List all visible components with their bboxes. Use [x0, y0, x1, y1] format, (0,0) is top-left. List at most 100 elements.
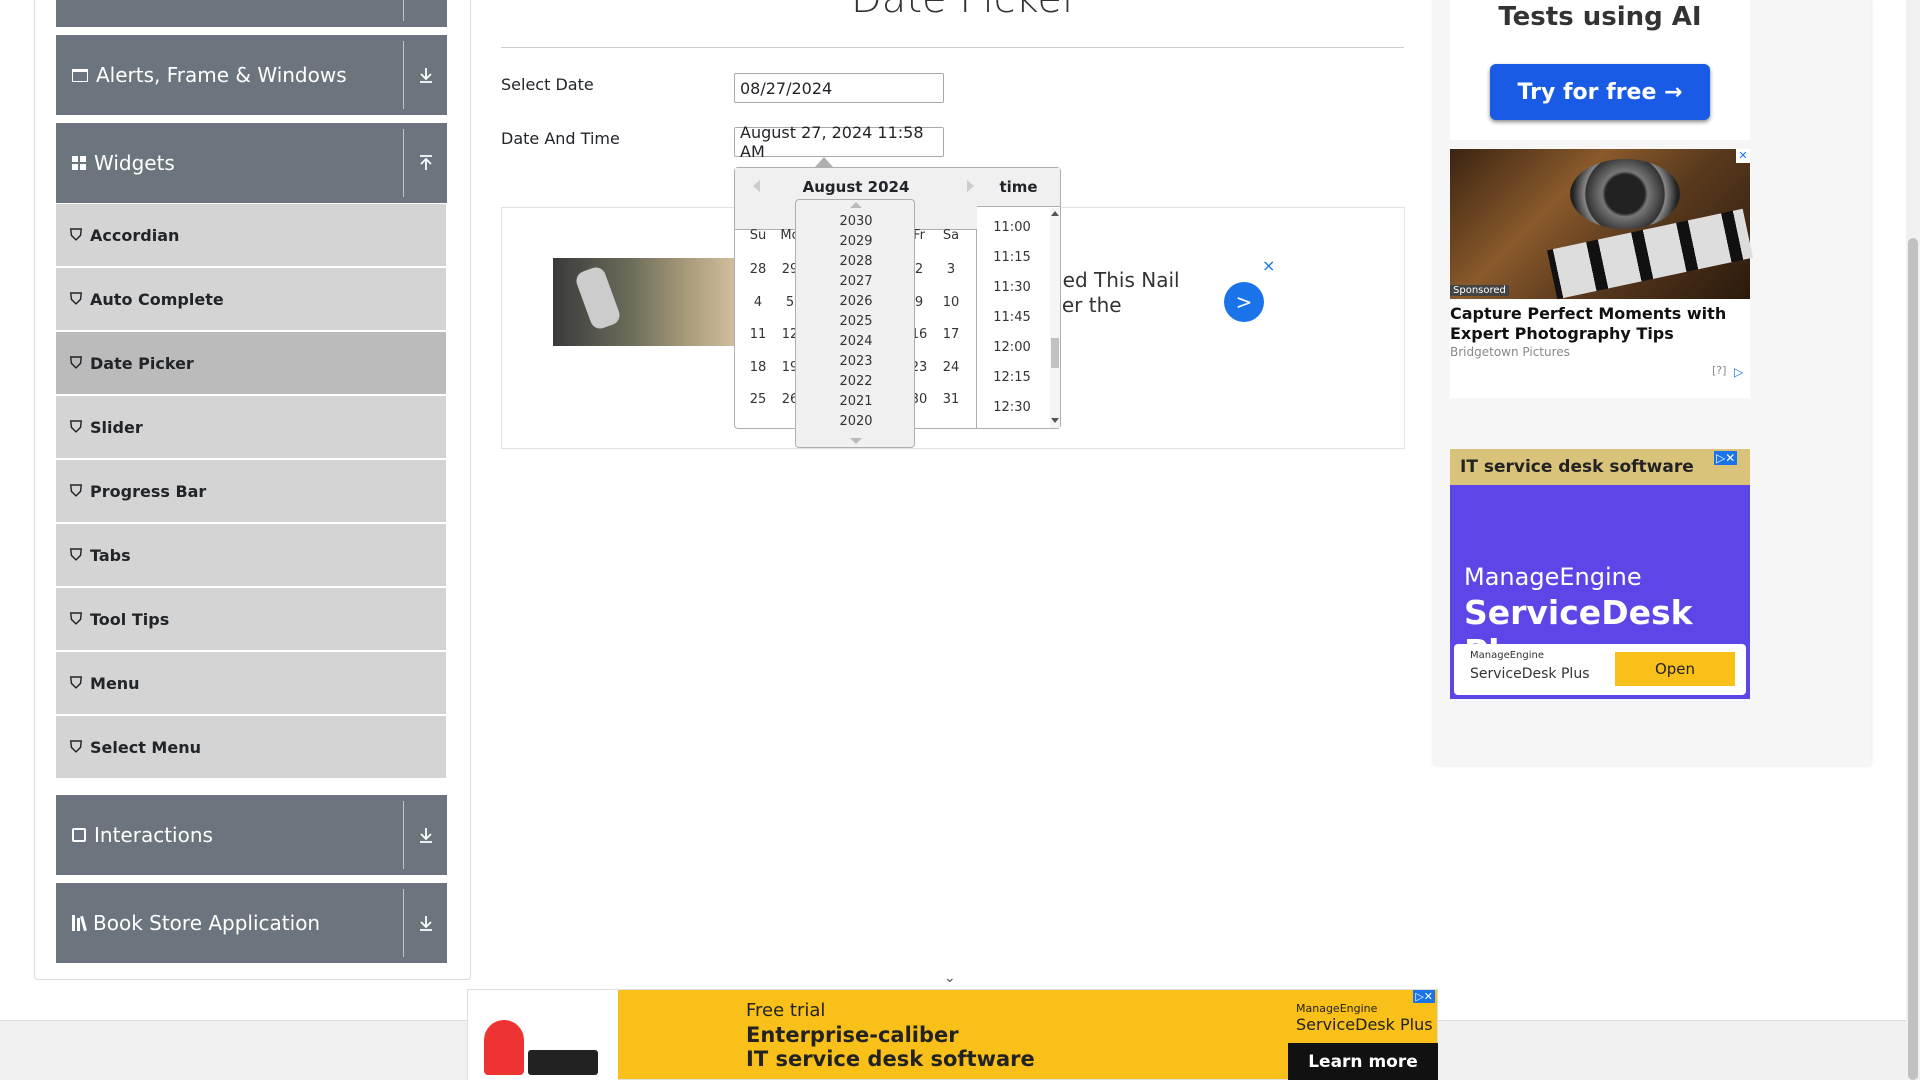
year-option[interactable]: 2027	[796, 274, 916, 289]
close-icon[interactable]: ✕	[1736, 149, 1750, 163]
sidebar-group-interactions[interactable]: Interactions	[56, 795, 447, 875]
year-option[interactable]: 2028	[796, 254, 916, 269]
try-free-button[interactable]: Try for free →	[1490, 64, 1710, 120]
photo-ad-source: Bridgetown Pictures	[1450, 345, 1570, 359]
it-ad-footer-brand1: ManageEngine	[1470, 650, 1544, 661]
bottom-ad-line2: Enterprise-caliber	[746, 1023, 959, 1047]
year-option[interactable]: 2029	[796, 234, 916, 249]
ai-ad[interactable]: Tests using AI Try for free →	[1450, 0, 1750, 140]
sidebar-item-tabs[interactable]: ⛉ Tabs	[56, 524, 446, 586]
sidebar-item-tool-tips[interactable]: ⛉ Tool Tips	[56, 588, 446, 650]
day-cell[interactable]: 24	[935, 360, 967, 375]
it-ad[interactable]: IT service desk software ▷✕ ManageEngine…	[1450, 449, 1750, 699]
download-icon[interactable]	[404, 35, 447, 115]
download-icon[interactable]	[404, 883, 447, 963]
day-cell[interactable]: 10	[935, 295, 967, 310]
day-cell[interactable]: 28	[742, 262, 774, 277]
time-scroll-thumb[interactable]	[1051, 338, 1059, 368]
datepicker-time-panel: time 11:00 11:15 11:30 11:45 12:00 12:15 12:30	[977, 168, 1060, 428]
grid-icon	[72, 156, 86, 170]
time-option[interactable]: 12:30	[977, 400, 1047, 415]
it-ad-header: IT service desk software	[1450, 449, 1750, 485]
day-cell[interactable]: 11	[742, 327, 774, 342]
day-cell[interactable]: 17	[935, 327, 967, 342]
weekday-label: Sa	[942, 228, 960, 243]
item-icon: ⛉	[70, 545, 83, 564]
day-cell[interactable]: 18	[742, 360, 774, 375]
item-icon: ⛉	[70, 609, 83, 628]
year-option[interactable]: 2024	[796, 334, 916, 349]
day-cell[interactable]: 4	[742, 295, 774, 310]
select-date-input[interactable]: 08/27/2024	[734, 73, 944, 103]
day-cell[interactable]: 31	[935, 392, 967, 407]
sidebar-group-alerts[interactable]: Alerts, Frame & Windows	[56, 35, 447, 115]
item-label: Tabs	[90, 545, 131, 565]
bottom-ad-brand2: ServiceDesk Plus	[1296, 1015, 1433, 1034]
year-option[interactable]: 2022	[796, 374, 916, 389]
item-label: Slider	[90, 417, 143, 437]
window-icon	[72, 68, 88, 82]
sidebar-item-select-menu[interactable]: ⛉ Select Menu	[56, 716, 446, 778]
sidebar-group-elements[interactable]	[56, 0, 447, 27]
time-option[interactable]: 11:15	[977, 250, 1047, 265]
scroll-down-icon[interactable]	[1051, 418, 1059, 423]
year-option[interactable]: 2025	[796, 314, 916, 329]
sidebar-item-auto-complete[interactable]: ⛉ Auto Complete	[56, 268, 446, 330]
adchoices-icon[interactable]: ▷	[1734, 365, 1743, 379]
item-icon: ⛉	[70, 417, 83, 436]
camera-lens-shape	[1570, 159, 1680, 229]
current-month-label[interactable]: August 2024	[735, 178, 977, 196]
bottom-ad-line1: Free trial	[746, 1000, 826, 1021]
day-cell[interactable]: 3	[935, 262, 967, 277]
download-icon[interactable]	[404, 795, 447, 875]
bottom-ad-brand1: ManageEngine	[1296, 1002, 1378, 1015]
item-icon: ⛉	[70, 737, 83, 756]
item-label: Progress Bar	[90, 481, 207, 501]
time-option[interactable]: 12:00	[977, 340, 1047, 355]
sidebar-group-book-store[interactable]: Book Store Application	[56, 883, 447, 963]
page-scroll-thumb[interactable]	[1908, 238, 1918, 1080]
date-time-input[interactable]: August 27, 2024 11:58 AM	[734, 123, 944, 161]
ad-arrow-button[interactable]: >	[1224, 282, 1264, 322]
year-option[interactable]: 2021	[796, 394, 916, 409]
time-option[interactable]: 11:30	[977, 280, 1047, 295]
upload-icon[interactable]	[404, 123, 447, 203]
group-header: Book Store Application	[72, 883, 320, 963]
ad-image[interactable]	[553, 258, 743, 346]
time-option[interactable]: 11:45	[977, 310, 1047, 325]
sidebar-item-menu[interactable]: ⛉ Menu	[56, 652, 446, 714]
learn-more-button[interactable]: Learn more	[1288, 1043, 1438, 1080]
open-button[interactable]: Open	[1615, 652, 1735, 686]
year-option[interactable]: 2020	[796, 414, 916, 429]
sidebar-item-slider[interactable]: ⛉ Slider	[56, 396, 446, 458]
scroll-up-icon[interactable]	[1051, 211, 1059, 216]
item-label: Date Picker	[90, 353, 194, 373]
sidebar-group-widgets[interactable]: Widgets	[56, 123, 447, 203]
year-up-icon[interactable]	[850, 202, 862, 208]
time-option[interactable]: 12:15	[977, 370, 1047, 385]
year-option[interactable]: 2023	[796, 354, 916, 369]
photo-ad-image: Sponsored ✕	[1450, 149, 1754, 300]
group-header: Widgets	[72, 123, 175, 203]
sidebar-item-progress-bar[interactable]: ⛉ Progress Bar	[56, 460, 446, 522]
year-down-icon[interactable]	[850, 438, 862, 444]
time-option[interactable]: 11:00	[977, 220, 1047, 235]
chevron-down-icon[interactable]: ⌄	[944, 970, 956, 986]
ad-close-icon[interactable]: ×	[1262, 256, 1275, 275]
select-date-label: Select Date	[501, 75, 594, 94]
sidebar-item-date-picker[interactable]: ⛉ Date Picker	[56, 332, 446, 394]
bottom-ad-banner[interactable]: Free trial Enterprise-caliber IT service…	[467, 989, 1438, 1081]
help-mark[interactable]: [?]	[1712, 364, 1726, 377]
day-cell[interactable]: 25	[742, 392, 774, 407]
year-option[interactable]: 2026	[796, 294, 916, 309]
year-option[interactable]: 2030	[796, 214, 916, 229]
sidebar-item-accordian[interactable]: ⛉ Accordian	[56, 204, 446, 266]
photo-ad-headline[interactable]: Capture Perfect Moments with Expert Phot…	[1450, 304, 1750, 344]
close-icon[interactable]: ▷✕	[1413, 990, 1435, 1003]
time-scrollbar[interactable]	[1050, 208, 1060, 428]
close-icon[interactable]: ▷✕	[1714, 451, 1738, 465]
year-dropdown[interactable]: 2030 2029 2028 2027 2026 2025 2024 2023 2022 2021…	[795, 199, 915, 448]
photo-ad[interactable]: Sponsored ✕ Capture Perfect Moments with…	[1450, 149, 1754, 398]
it-ad-footer: ManageEngine ServiceDesk Plus Open	[1454, 644, 1746, 695]
item-label: Select Menu	[90, 737, 201, 757]
